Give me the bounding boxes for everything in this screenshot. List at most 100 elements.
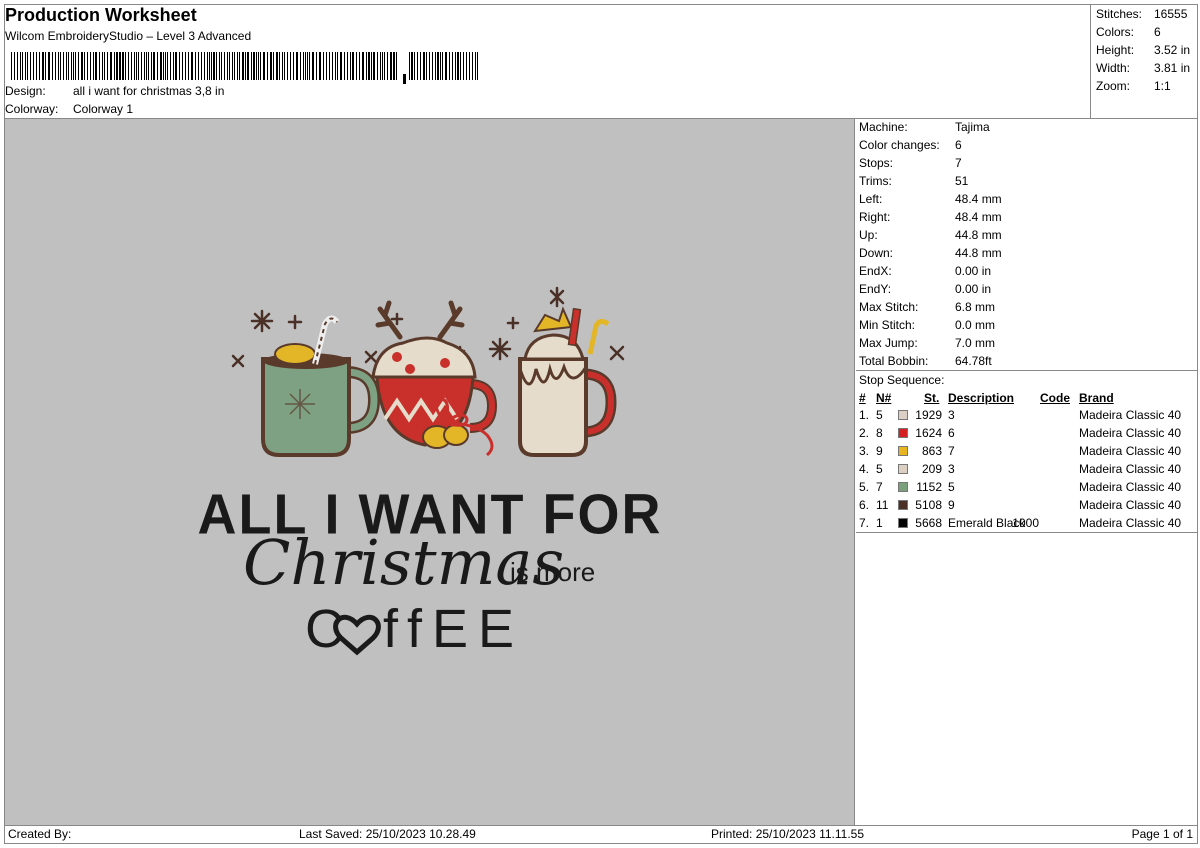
info-value: 44.8 mm: [955, 228, 1002, 242]
row-num: 1.: [859, 408, 870, 422]
row-needle: 9: [876, 444, 883, 458]
barcode-bar: [316, 52, 317, 80]
row-num: 5.: [859, 480, 870, 494]
barcode-bar: [371, 52, 372, 80]
info-min-stitch: Min Stitch: 0.0 mm: [859, 317, 995, 333]
barcode-bar: [58, 52, 59, 80]
row-needle: 11: [876, 498, 889, 512]
barcode-bar: [293, 52, 294, 80]
barcode-bar: [332, 52, 333, 80]
stat-value: 3.81 in: [1154, 61, 1191, 75]
table-row: 1. 5 1929 3 Madeira Classic 40: [856, 407, 1197, 425]
thread-color-swatch: [898, 518, 908, 528]
barcode-bar: [63, 52, 64, 80]
table-row: 4. 5 209 3 Madeira Classic 40: [856, 461, 1197, 479]
barcode-bar: [211, 52, 212, 80]
barcode-bar: [303, 52, 304, 80]
barcode-bar: [141, 52, 142, 80]
stop-table-divider: [856, 532, 1197, 533]
barcode-bar: [305, 52, 306, 80]
info-value: 7.0 mm: [955, 336, 996, 350]
row-code: 1000: [1012, 516, 1039, 530]
footer-page: Page 1 of 1: [1131, 827, 1193, 841]
barcode-bar: [290, 52, 291, 80]
barcode-bar: [263, 52, 265, 80]
barcode-bar: [359, 52, 360, 80]
barcode-bar: [296, 52, 298, 80]
barcode-bar: [232, 52, 233, 80]
barcode-bar: [213, 52, 215, 80]
barcode-bar: [403, 74, 406, 84]
barcode-bar: [136, 52, 137, 80]
barcode-bar: [125, 52, 126, 80]
stat-label: Colors:: [1096, 25, 1135, 39]
info-value: 6: [955, 138, 962, 152]
info-value: 64.78ft: [955, 354, 992, 368]
barcode-bar: [146, 52, 147, 80]
barcode-bar: [455, 52, 456, 80]
barcode-bar: [227, 52, 228, 80]
barcode-bar: [267, 52, 268, 80]
thread-color-swatch: [898, 428, 908, 438]
thread-color-swatch: [898, 500, 908, 510]
row-stitches: 1152: [916, 480, 942, 494]
barcode-bar: [417, 52, 418, 80]
barcode-bar: [319, 52, 321, 80]
worksheet-footer: Created By: Last Saved: 25/10/2023 10.28…: [5, 825, 1197, 844]
green-mug: [261, 315, 381, 457]
reindeer-cup: [371, 300, 498, 457]
barcode-bar: [48, 52, 50, 80]
barcode-bar: [440, 52, 441, 80]
row-num: 2.: [859, 426, 870, 440]
design-label: Design:: [5, 84, 46, 98]
barcode-bar: [224, 52, 225, 80]
barcode-bar: [207, 52, 208, 80]
barcode-bar: [71, 52, 72, 80]
barcode-bar: [282, 52, 283, 80]
barcode-bar: [373, 52, 375, 80]
barcode-bar: [344, 52, 345, 80]
barcode-bar: [253, 52, 255, 80]
barcode-bar: [409, 52, 410, 80]
barcode-bar: [329, 52, 330, 80]
barcode-bar: [287, 52, 288, 80]
barcode-bar: [377, 52, 378, 80]
barcode-bar: [463, 52, 464, 80]
info-label: Max Stitch:: [859, 300, 919, 314]
barcode-bar: [110, 52, 112, 80]
info-label: Right:: [859, 210, 891, 224]
barcode-bar: [170, 52, 171, 80]
barcode-bar: [384, 52, 385, 80]
colorway-label: Colorway:: [5, 102, 59, 116]
thread-color-swatch: [898, 446, 908, 456]
software-subtitle: Wilcom EmbroideryStudio – Level 3 Advanc…: [5, 29, 252, 43]
barcode-bar: [251, 52, 252, 80]
barcode-bar: [163, 52, 164, 80]
barcode-bar: [191, 52, 193, 80]
worksheet-header: Production Worksheet Wilcom EmbroiderySt…: [5, 4, 1090, 118]
col-header-brand: Brand: [1079, 391, 1114, 405]
info-value: 44.8 mm: [955, 246, 1002, 260]
barcode-bar: [337, 52, 338, 80]
barcode-bar: [114, 52, 115, 80]
stat-label: Width:: [1096, 61, 1131, 75]
barcode-bar: [307, 52, 308, 80]
info-value: Tajima: [955, 120, 990, 134]
barcode-bar: [273, 52, 274, 80]
colorway-value: Colorway 1: [73, 102, 134, 116]
info-left: Left: 48.4 mm: [859, 191, 1002, 207]
info-endx: EndX: 0.00 in: [859, 263, 991, 279]
info-right: Right: 48.4 mm: [859, 209, 1002, 225]
barcode-bar: [472, 52, 473, 80]
barcode-bar: [60, 52, 61, 80]
stat-label: Height:: [1096, 43, 1135, 57]
info-max-stitch: Max Stitch: 6.8 mm: [859, 299, 995, 315]
barcode-bar: [352, 52, 354, 80]
col-header-num: #: [859, 391, 866, 405]
info-label: Total Bobbin:: [859, 354, 929, 368]
barcode-bar: [362, 52, 364, 80]
table-row: 7. 1 5668 Emerald Black 1000 Madeira Classic …: [856, 515, 1197, 533]
barcode-bar: [477, 52, 478, 80]
info-machine: Machine: Tajima: [859, 119, 990, 135]
stats-panel: Stitches: 16555 Colors: 6 Height: 3.52 in W…: [1090, 4, 1198, 118]
